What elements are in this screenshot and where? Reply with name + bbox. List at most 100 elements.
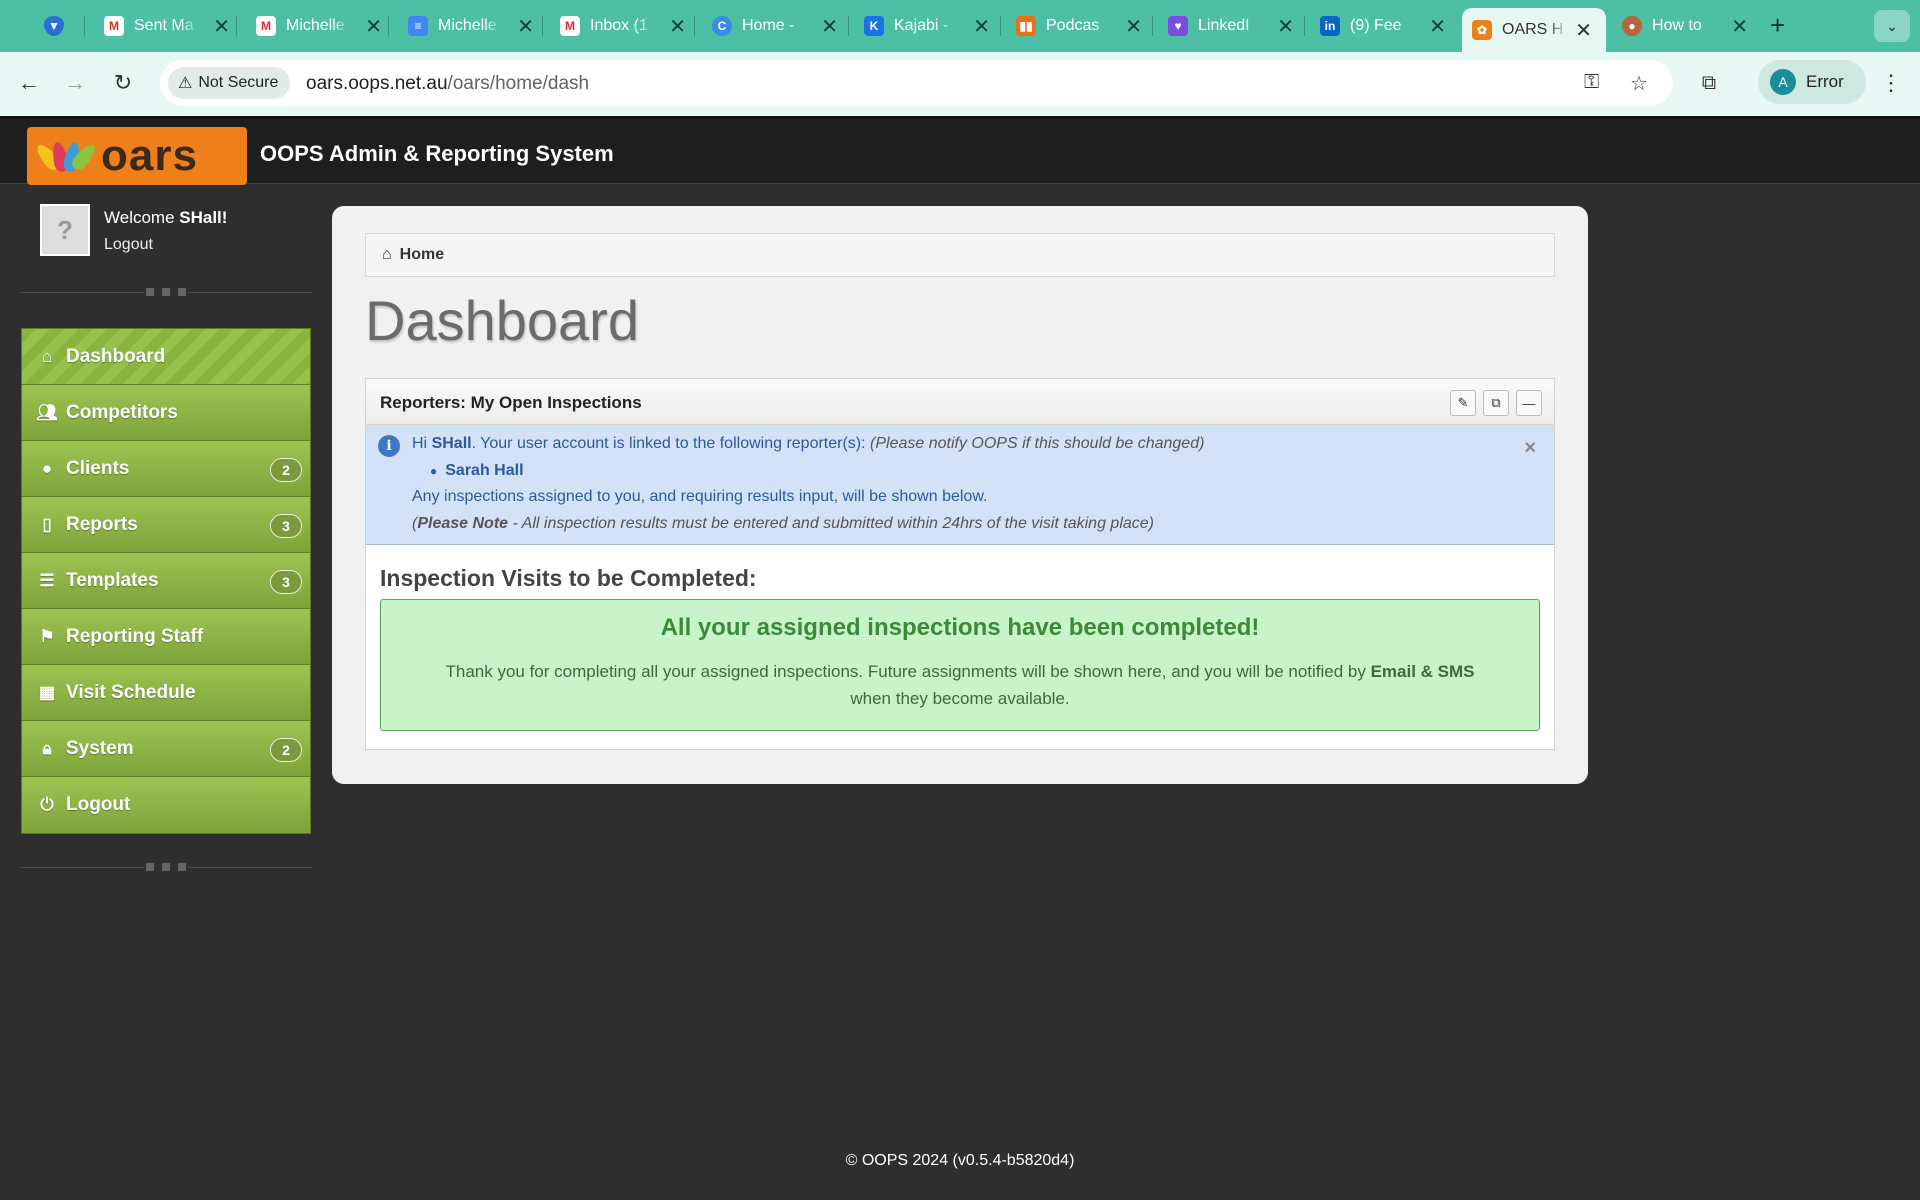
avatar-icon: ●	[1622, 16, 1642, 36]
close-tab-icon[interactable]: ✕	[669, 14, 686, 39]
count-badge: 3	[270, 514, 302, 538]
close-tab-icon[interactable]: ✕	[973, 14, 990, 39]
profile-avatar: A	[1770, 69, 1796, 95]
reload-button[interactable]: ↻	[106, 66, 140, 100]
app-header: oars OOPS Admin & Reporting System	[0, 116, 1920, 185]
docs-icon: ≡	[408, 16, 428, 36]
browser-tab-bar: ▼ M Sent Ma ✕ M Michelle ✕ ≡ Michelle ✕ …	[0, 0, 1920, 52]
logout-link[interactable]: Logout	[104, 236, 153, 254]
calendar-icon: ▦	[38, 682, 56, 702]
file-icon: ▯	[42, 514, 52, 534]
close-alert-button[interactable]: ×	[1524, 437, 1536, 460]
home-icon: ⌂	[382, 246, 392, 263]
close-tab-icon[interactable]: ✕	[213, 14, 230, 39]
edit-widget-button[interactable]: ✎	[1450, 390, 1476, 416]
browser-tab[interactable]: M Michelle ✕	[246, 8, 396, 44]
browser-tab[interactable]: ● How to ✕	[1612, 8, 1762, 44]
section-title: Inspection Visits to be Completed:	[380, 565, 757, 591]
breadcrumb-home-link[interactable]: Home	[400, 246, 444, 264]
sidebar-item-dashboard[interactable]: ⌂ Dashboard	[22, 329, 310, 385]
welcome-text: Welcome SHall!	[104, 208, 228, 227]
close-tab-icon[interactable]: ✕	[1429, 14, 1446, 39]
sidebar-divider	[20, 861, 312, 873]
sidebar-item-competitors[interactable]: 👥︎ Competitors	[22, 385, 310, 441]
browser-tab[interactable]: in (9) Fee ✕	[1310, 8, 1460, 44]
info-line-linked: Hi SHall. Your user account is linked to…	[412, 435, 1205, 452]
main-content: ⌂ Home Dashboard Reporters: My Open Insp…	[332, 206, 1588, 784]
sidebar-item-reports[interactable]: ▯ Reports 3	[22, 497, 310, 553]
success-text: Thank you for completing all your assign…	[445, 662, 1475, 708]
warning-icon: ⚠	[178, 75, 193, 92]
profile-button[interactable]: A Error	[1758, 60, 1866, 104]
users-icon: 👥︎	[36, 402, 58, 422]
sidebar-item-clients[interactable]: ● Clients 2	[22, 441, 310, 497]
extensions-icon[interactable]: ⧉	[1692, 66, 1726, 100]
browser-tab[interactable]: C Home - ✕	[702, 8, 852, 44]
sidebar-item-system[interactable]: 🔒︎ System 2	[22, 721, 310, 777]
page-title: Dashboard	[365, 289, 639, 352]
success-heading: All your assigned inspections have been …	[660, 614, 1260, 641]
browser-tab[interactable]: K Kajabi - ✕	[854, 8, 1004, 44]
sidebar-item-reporting-staff[interactable]: ⚑ Reporting Staff	[22, 609, 310, 665]
lock-icon: 🔒︎	[42, 738, 52, 758]
sidebar-item-templates[interactable]: ☰ Templates 3	[22, 553, 310, 609]
browser-tab[interactable]: ≡ Michelle ✕	[398, 8, 548, 44]
footer-copyright: © OOPS 2024 (v0.5.4-b5820d4)	[845, 1152, 1075, 1169]
widget-header: Reporters: My Open Inspections ✎ ⧉ —	[366, 379, 1554, 425]
info-line-note: (Please Note - All inspection results mu…	[412, 515, 1154, 532]
gmail-icon: M	[560, 16, 580, 36]
list-icon: ☰	[39, 570, 55, 590]
close-tab-icon[interactable]: ✕	[365, 14, 382, 39]
linkedin-icon: in	[1320, 16, 1340, 36]
browser-menu-icon[interactable]: ⋮	[1874, 66, 1908, 100]
gmail-icon: M	[104, 16, 124, 36]
browser-tab[interactable]: M Inbox (1 ✕	[550, 8, 700, 44]
close-tab-icon[interactable]: ✕	[1575, 18, 1592, 43]
flag-icon: ⚑	[39, 626, 55, 646]
close-tab-icon[interactable]: ✕	[821, 14, 838, 39]
browser-tab[interactable]: ♥ LinkedI ✕	[1158, 8, 1308, 44]
canva-icon: C	[712, 16, 732, 36]
close-tab-icon[interactable]: ✕	[1731, 14, 1748, 39]
new-tab-button[interactable]: +	[1770, 10, 1785, 41]
oars-icon: ✿	[1472, 20, 1492, 40]
popout-widget-button[interactable]: ⧉	[1483, 390, 1509, 416]
security-indicator[interactable]: ⚠ Not Secure	[168, 67, 291, 99]
sidebar-item-logout[interactable]: ⏻ Logout	[22, 777, 310, 833]
count-badge: 2	[270, 458, 302, 482]
count-badge: 3	[270, 570, 302, 594]
close-tab-icon[interactable]: ✕	[1125, 14, 1142, 39]
sidebar-divider	[20, 286, 312, 298]
browser-tab[interactable]: ▮▮ Podcas ✕	[1006, 8, 1156, 44]
browser-tab[interactable]: ▼	[34, 8, 94, 44]
key-icon[interactable]: ⚿	[1584, 71, 1599, 94]
shield-icon: ▼	[44, 16, 64, 36]
kajabi-icon: K	[864, 16, 884, 36]
browser-toolbar: ← → ↻ ⚠ Not Secure oars.oops.net.au/oars…	[0, 52, 1920, 116]
count-badge: 2	[270, 738, 302, 762]
info-alert: i Hi SHall. Your user account is linked …	[366, 425, 1554, 545]
url-text[interactable]: oars.oops.net.au/oars/home/dash	[306, 73, 589, 95]
gmail-icon: M	[256, 16, 276, 36]
open-inspections-widget: Reporters: My Open Inspections ✎ ⧉ — i H…	[365, 378, 1555, 750]
breadcrumb: ⌂ Home	[365, 233, 1555, 277]
user-icon: ●	[41, 458, 53, 478]
collapse-widget-button[interactable]: —	[1516, 390, 1542, 416]
close-tab-icon[interactable]: ✕	[517, 14, 534, 39]
forward-button[interactable]: →	[58, 66, 92, 100]
success-alert: All your assigned inspections have been …	[380, 599, 1540, 731]
app-title: OOPS Admin & Reporting System	[260, 141, 614, 166]
trello-icon: ▮▮	[1016, 16, 1036, 36]
back-button[interactable]: ←	[12, 66, 46, 100]
browser-tab-active[interactable]: ✿ OARS H ✕	[1462, 8, 1606, 52]
tab-search-button[interactable]: ⌄	[1874, 10, 1910, 42]
address-bar[interactable]: ⚠ Not Secure oars.oops.net.au/oars/home/…	[160, 60, 1673, 106]
browser-tab[interactable]: M Sent Ma ✕	[94, 8, 244, 44]
bookmark-star-icon[interactable]: ☆	[1630, 71, 1648, 96]
sidebar-menu: ⌂ Dashboard 👥︎ Competitors ● Clients 2 ▯…	[21, 328, 311, 834]
home-icon: ⌂	[41, 346, 53, 366]
sidebar-item-visit-schedule[interactable]: ▦ Visit Schedule	[22, 665, 310, 721]
oars-logo[interactable]: oars	[27, 127, 247, 185]
info-line-assigned: Any inspections assigned to you, and req…	[412, 488, 988, 505]
close-tab-icon[interactable]: ✕	[1277, 14, 1294, 39]
